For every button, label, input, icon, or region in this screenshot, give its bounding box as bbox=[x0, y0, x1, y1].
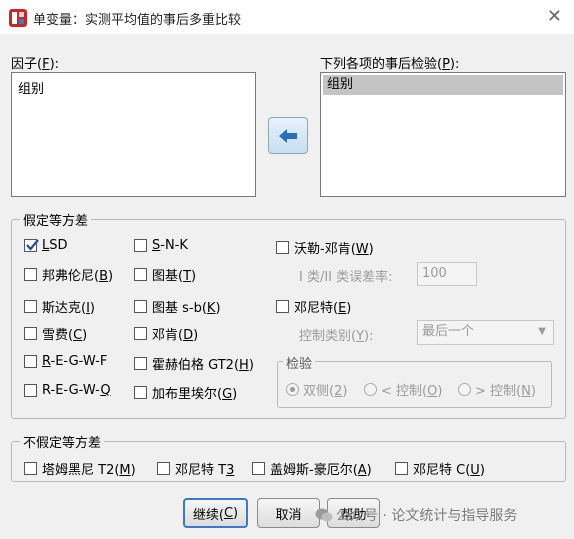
games-howell-checkbox[interactable]: 盖姆斯-豪厄尔(A) bbox=[252, 459, 372, 478]
two-sided-radio[interactable]: 双侧(2) bbox=[286, 380, 347, 399]
dunnett-t3-checkbox[interactable]: 邓尼特 T3 bbox=[157, 459, 234, 478]
move-to-posthoc-button[interactable] bbox=[268, 117, 308, 154]
spss-app-icon bbox=[9, 9, 27, 27]
continue-button[interactable]: 继续(C) bbox=[183, 498, 248, 528]
factors-label: 因子(F): bbox=[11, 57, 60, 72]
snk-checkbox[interactable]: S-N-K bbox=[134, 238, 188, 253]
regwq-checkbox[interactable]: R-E-G-W-Q bbox=[24, 383, 111, 398]
waller-duncan-checkbox[interactable]: 沃勒-邓肯(W) bbox=[276, 238, 374, 257]
posthoc-label: 下列各项的事后检验(P): bbox=[320, 57, 460, 72]
sidak-checkbox[interactable]: 斯达克(I) bbox=[24, 297, 95, 316]
greater-than-control-radio[interactable]: > 控制(N) bbox=[458, 380, 536, 399]
list-item-selected[interactable]: 组别 bbox=[323, 75, 563, 95]
dunnett-c-checkbox[interactable]: 邓尼特 C(U) bbox=[395, 459, 485, 478]
tukey-checkbox[interactable]: 图基(T) bbox=[134, 265, 196, 284]
test-legend: 检验 bbox=[283, 353, 316, 372]
unequal-variances-legend: 不假定等方差 bbox=[20, 432, 105, 451]
equal-variances-legend: 假定等方差 bbox=[20, 210, 92, 229]
window-title: 单变量：实测平均值的事后多重比较 bbox=[33, 13, 242, 28]
less-than-control-radio[interactable]: < 控制(O) bbox=[364, 380, 442, 399]
title-bar: 单变量：实测平均值的事后多重比较 ✕ bbox=[0, 0, 574, 34]
gabriel-checkbox[interactable]: 加布里埃尔(G) bbox=[134, 383, 237, 402]
regwf-checkbox[interactable]: R-E-G-W-F bbox=[24, 354, 107, 369]
dunnett-checkbox[interactable]: 邓尼特(E) bbox=[276, 297, 351, 316]
watermark: 公众号 · 论文统计与指导服务 bbox=[315, 505, 517, 525]
tukey-b-checkbox[interactable]: 图基 s-b(K) bbox=[134, 297, 221, 316]
type-error-input[interactable]: 100 bbox=[417, 262, 477, 286]
tamhane-checkbox[interactable]: 塔姆黑尼 T2(M) bbox=[24, 459, 136, 478]
wechat-icon bbox=[315, 508, 333, 522]
close-icon[interactable]: ✕ bbox=[547, 6, 562, 27]
checkbox-checked[interactable] bbox=[24, 239, 39, 252]
posthoc-list[interactable]: 组别 bbox=[320, 72, 566, 197]
factors-list[interactable]: 组别 bbox=[11, 72, 256, 197]
arrow-left-icon bbox=[279, 128, 297, 143]
control-category-label: 控制类别(Y): bbox=[299, 329, 374, 344]
cancel-button[interactable]: 取消 bbox=[257, 498, 320, 528]
duncan-checkbox[interactable]: 邓肯(D) bbox=[134, 324, 198, 343]
hochberg-checkbox[interactable]: 霍赫伯格 GT2(H) bbox=[134, 354, 254, 373]
bonferroni-checkbox[interactable]: 邦弗伦尼(B) bbox=[24, 265, 113, 284]
list-item[interactable]: 组别 bbox=[18, 78, 44, 97]
lsd-checkbox[interactable]: L SD bbox=[24, 238, 68, 253]
type-error-label: I 类/II 类误差率: bbox=[299, 270, 393, 285]
scheffe-checkbox[interactable]: 雪费(C) bbox=[24, 324, 87, 343]
lsd-label: L bbox=[42, 238, 50, 253]
chevron-down-icon: ▼ bbox=[538, 326, 546, 337]
checkmark-icon bbox=[26, 239, 39, 251]
control-category-select[interactable]: 最后一个 ▼ bbox=[417, 320, 554, 345]
